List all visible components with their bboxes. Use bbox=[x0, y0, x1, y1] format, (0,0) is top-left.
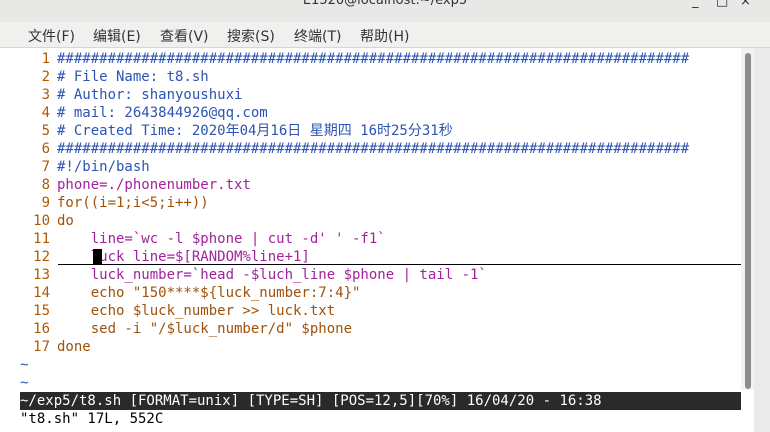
line-number: 7 bbox=[41, 159, 50, 175]
code-text: do bbox=[57, 213, 74, 229]
line-number: 14 bbox=[33, 285, 50, 301]
maximize-icon[interactable]: □ bbox=[716, 0, 728, 9]
code-line-5: 5 # Created Time: 2020年04月16日 星期四 16时25分3… bbox=[0, 122, 453, 140]
code-line-14: 14 echo "150****${luck_number:7:4}" bbox=[0, 284, 360, 302]
line-number: 1 bbox=[41, 51, 50, 67]
window-titlebar: E1520@localhost:~/exp5 _ □ × bbox=[0, 0, 770, 23]
line-number: 17 bbox=[33, 339, 50, 355]
line-number: 6 bbox=[41, 141, 50, 157]
code-line-6: 6 #######################################… bbox=[0, 140, 690, 158]
code-line-17: 17 done bbox=[0, 338, 91, 356]
menu-bar: 文件(F) 编辑(E) 查看(V) 搜索(S) 终端(T) 帮助(H) bbox=[0, 22, 770, 48]
line-number: 4 bbox=[41, 105, 50, 121]
code-line-9: 9 for((i=1;i<5;i++)) bbox=[0, 194, 209, 212]
menu-search[interactable]: 搜索(S) bbox=[227, 26, 275, 46]
code-line-3: 3 # Author: shanyoushuxi bbox=[0, 86, 243, 104]
cursor-line-underline bbox=[58, 264, 741, 265]
menu-help[interactable]: 帮助(H) bbox=[360, 26, 409, 46]
close-icon[interactable]: × bbox=[740, 0, 751, 9]
menu-edit[interactable]: 编辑(E) bbox=[93, 26, 141, 46]
code-text: echo "150****${luck_number:7:4}" bbox=[57, 285, 361, 301]
code-line-11: 11 line=`wc -l $phone | cut -d' ' -f1` bbox=[0, 230, 386, 248]
line-number: 13 bbox=[33, 267, 50, 283]
line-number: 16 bbox=[33, 321, 50, 337]
code-text: # Created Time: 2020年04月16日 星期四 16时25分31… bbox=[57, 123, 453, 139]
line-number: 3 bbox=[41, 87, 50, 103]
line-number: 8 bbox=[41, 177, 50, 193]
empty-line-marker: ~ bbox=[20, 357, 29, 373]
text-cursor bbox=[93, 249, 102, 265]
code-text: phone=./phonenumber.txt bbox=[57, 177, 251, 193]
code-line-15: 15 echo $luck_number >> luck.txt bbox=[0, 302, 335, 320]
code-text: done bbox=[57, 339, 91, 355]
code-text: echo $luck_number >> luck.txt bbox=[57, 303, 336, 319]
code-text: ########################################… bbox=[57, 51, 690, 67]
line-number: 12 bbox=[33, 249, 50, 265]
code-text: # Author: shanyoushuxi bbox=[57, 87, 243, 103]
vim-status-bar: ~/exp5/t8.sh [FORMAT=unix] [TYPE=SH] [PO… bbox=[20, 392, 741, 410]
code-line-13: 13 luck_number=`head -$luch_line $phone … bbox=[0, 266, 487, 284]
code-text: # mail: 2643844926@qq.com bbox=[57, 105, 268, 121]
line-number: 11 bbox=[33, 231, 50, 247]
code-line-10: 10 do bbox=[0, 212, 74, 230]
line-number: 10 bbox=[33, 213, 50, 229]
menu-view[interactable]: 查看(V) bbox=[160, 26, 209, 46]
window-edge bbox=[754, 48, 770, 432]
code-text: # File Name: t8.sh bbox=[57, 69, 209, 85]
menu-terminal[interactable]: 终端(T) bbox=[294, 26, 341, 46]
empty-line-marker: ~ bbox=[20, 375, 29, 391]
scrollbar-thumb[interactable] bbox=[745, 53, 751, 389]
code-line-7: 7 #!/bin/bash bbox=[0, 158, 150, 176]
code-text: line=`wc -l $phone | cut -d' ' -f1` bbox=[57, 231, 386, 247]
code-text: for((i=1;i<5;i++)) bbox=[57, 195, 209, 211]
vim-command-line[interactable]: "t8.sh" 17L, 552C bbox=[20, 410, 163, 428]
line-number: 5 bbox=[41, 123, 50, 139]
line-number: 15 bbox=[33, 303, 50, 319]
code-line-2: 2 # File Name: t8.sh bbox=[0, 68, 209, 86]
code-line-4: 4 # mail: 2643844926@qq.com bbox=[0, 104, 268, 122]
code-text: ########################################… bbox=[57, 141, 690, 157]
line-number: 2 bbox=[41, 69, 50, 85]
menu-file[interactable]: 文件(F) bbox=[28, 26, 75, 46]
minimize-icon[interactable]: _ bbox=[692, 0, 699, 9]
code-text: luck_number=`head -$luch_line $phone | t… bbox=[57, 267, 487, 283]
line-number: 9 bbox=[41, 195, 50, 211]
code-text: #!/bin/bash bbox=[57, 159, 150, 175]
code-line-1: 1 #######################################… bbox=[0, 50, 690, 68]
code-text: sed -i "/$luck_number/d" $phone bbox=[57, 321, 353, 337]
window-title: E1520@localhost:~/exp5 bbox=[302, 0, 468, 8]
code-line-16: 16 sed -i "/$luck_number/d" $phone bbox=[0, 320, 352, 338]
code-line-8: 8 phone=./phonenumber.txt bbox=[0, 176, 251, 194]
